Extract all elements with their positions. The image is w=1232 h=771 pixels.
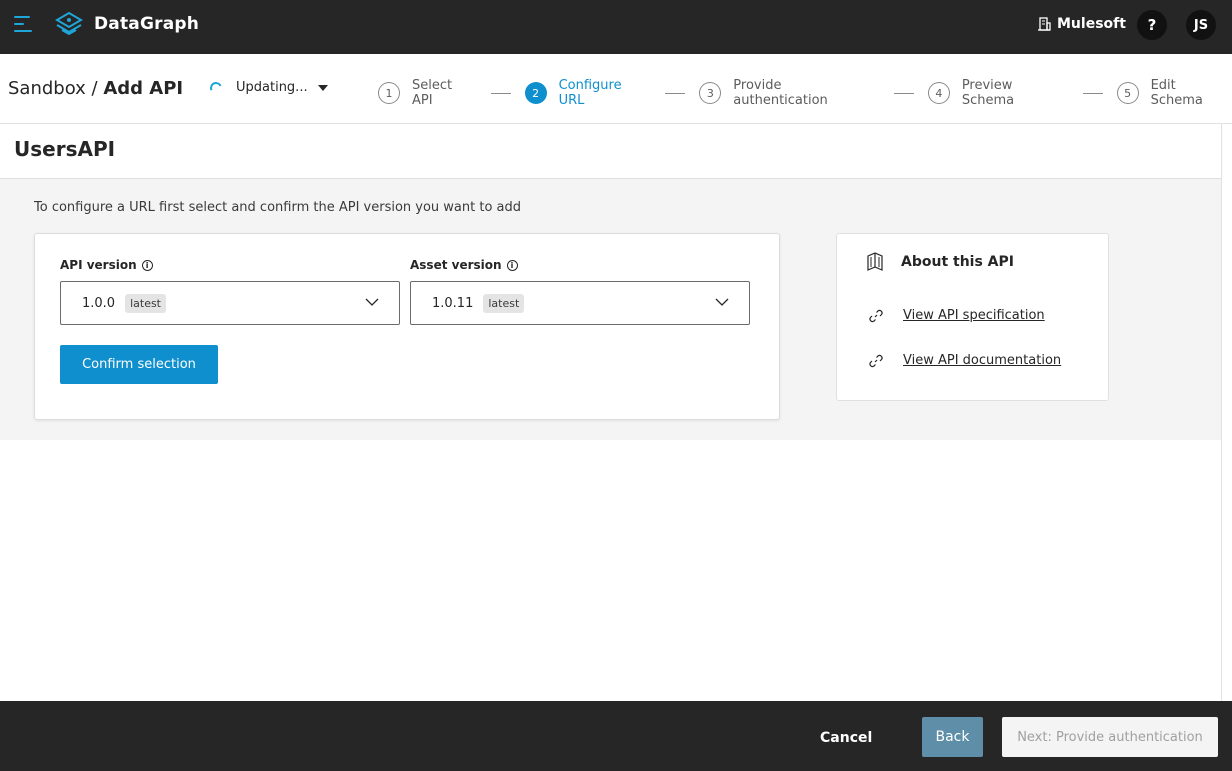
step-select-api[interactable]: 1 Select API <box>378 78 477 108</box>
api-version-label: API version i <box>60 258 153 272</box>
instructions-text: To configure a URL first select and conf… <box>34 200 522 215</box>
about-api-panel: About this API View API specification Vi… <box>836 233 1109 401</box>
breadcrumb: Sandbox / Add API <box>8 78 183 99</box>
asset-version-value: 1.0.11 <box>432 295 474 311</box>
step-number: 2 <box>524 82 547 104</box>
step-label: Edit Schema <box>1150 78 1203 108</box>
wizard-header: Sandbox / Add API Updating... 1 Select A… <box>0 54 1232 124</box>
step-configure-url[interactable]: 2 Configure URL <box>524 78 652 108</box>
app-root: DataGraph Mulesoft ? JS Sandbox / Add AP… <box>0 0 1232 771</box>
asset-version-select[interactable]: 1.0.11 latest <box>410 281 750 325</box>
page-title: UsersAPI <box>14 137 116 161</box>
link-text[interactable]: View API documentation <box>903 353 1061 368</box>
step-separator <box>893 92 914 94</box>
user-avatar[interactable]: JS <box>1186 10 1216 40</box>
step-label: Provide authentication <box>733 78 828 108</box>
step-number: 5 <box>1116 82 1139 104</box>
step-separator <box>665 92 686 94</box>
page-title-bar: UsersAPI <box>0 124 1222 179</box>
menu-icon[interactable] <box>14 16 36 36</box>
step-provide-authentication[interactable]: 3 Provide authentication <box>699 78 880 108</box>
step-label: Select API <box>411 78 453 108</box>
next-button[interactable]: Next: Provide authentication <box>1002 717 1218 757</box>
confirm-selection-button[interactable]: Confirm selection <box>60 345 218 384</box>
api-version-value: 1.0.0 <box>82 295 116 311</box>
view-api-specification-link[interactable]: View API specification <box>869 308 1045 323</box>
about-api-title: About this API <box>901 254 1014 270</box>
breadcrumb-separator: / <box>85 78 104 99</box>
info-icon[interactable]: i <box>506 259 518 271</box>
org-switcher[interactable]: Mulesoft <box>1037 16 1126 32</box>
latest-badge: latest <box>125 293 166 313</box>
step-edit-schema[interactable]: 5 Edit Schema <box>1116 78 1232 108</box>
status-dropdown[interactable]: Updating... <box>208 79 328 96</box>
datagraph-logo-icon <box>55 11 83 36</box>
api-version-label-text: API version <box>60 258 137 272</box>
chevron-down-icon <box>715 298 729 306</box>
wizard-footer: Cancel Back Next: Provide authentication <box>0 701 1232 771</box>
view-api-documentation-link[interactable]: View API documentation <box>869 353 1061 368</box>
main-content: To configure a URL first select and conf… <box>0 179 1221 440</box>
scrollbar-track[interactable] <box>1221 124 1222 701</box>
top-nav-bar: DataGraph Mulesoft ? JS <box>0 0 1232 54</box>
link-text[interactable]: View API specification <box>903 308 1045 323</box>
step-number: 3 <box>699 82 722 104</box>
caret-down-icon <box>317 84 328 91</box>
loading-spinner-icon <box>208 79 224 96</box>
step-number: 1 <box>378 82 400 104</box>
status-label: Updating... <box>236 80 308 95</box>
about-api-header: About this API <box>865 252 1014 272</box>
breadcrumb-current: Add API <box>103 78 184 99</box>
latest-badge: latest <box>483 293 525 313</box>
org-name: Mulesoft <box>1057 16 1126 32</box>
step-number: 4 <box>927 82 950 104</box>
link-icon <box>869 354 883 367</box>
step-separator <box>490 92 511 94</box>
api-version-select[interactable]: 1.0.0 latest <box>60 281 400 325</box>
step-label: Configure URL <box>558 78 622 108</box>
chevron-down-icon <box>365 298 379 306</box>
breadcrumb-parent[interactable]: Sandbox <box>8 78 86 99</box>
asset-version-label: Asset version i <box>410 258 518 272</box>
building-icon <box>1038 17 1051 31</box>
wizard-stepper: 1 Select API 2 Configure URL 3 Provide a… <box>378 78 1232 108</box>
info-icon[interactable]: i <box>141 259 153 271</box>
step-label: Preview Schema <box>961 78 1015 108</box>
version-selection-card: API version i 1.0.0 latest Asset version… <box>34 233 780 420</box>
app-name: DataGraph <box>94 14 200 34</box>
cancel-button[interactable]: Cancel <box>820 730 872 746</box>
step-preview-schema[interactable]: 4 Preview Schema <box>927 78 1069 108</box>
api-book-icon <box>867 252 883 271</box>
link-icon <box>869 309 883 322</box>
step-separator <box>1082 92 1103 94</box>
help-button[interactable]: ? <box>1137 10 1167 40</box>
back-button[interactable]: Back <box>922 717 983 757</box>
asset-version-label-text: Asset version <box>410 258 502 272</box>
